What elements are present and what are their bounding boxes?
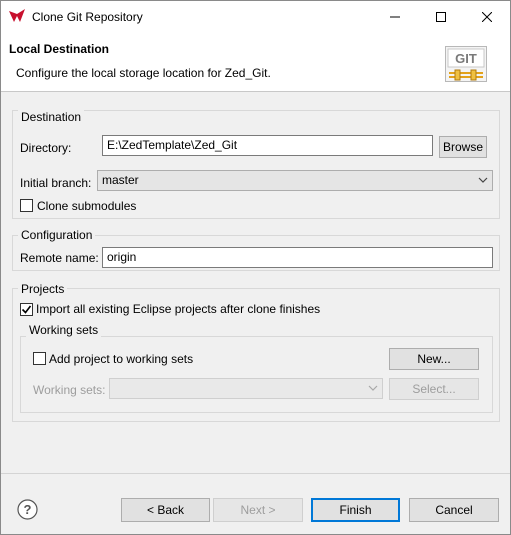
finish-button[interactable]: Finish bbox=[311, 498, 400, 522]
clone-submodules-checkbox[interactable] bbox=[20, 199, 33, 212]
close-button[interactable] bbox=[464, 1, 510, 32]
select-working-sets-button[interactable]: Select... bbox=[389, 378, 479, 400]
add-to-working-sets-label[interactable]: Add project to working sets bbox=[49, 352, 193, 366]
remote-name-label: Remote name: bbox=[20, 251, 99, 265]
projects-group-label: Projects bbox=[18, 282, 68, 296]
new-working-set-button[interactable]: New... bbox=[389, 348, 479, 370]
add-to-working-sets-checkbox[interactable] bbox=[33, 352, 46, 365]
eclipse-app-icon bbox=[9, 9, 25, 22]
checkmark-icon bbox=[21, 305, 32, 314]
clone-submodules-label[interactable]: Clone submodules bbox=[37, 199, 136, 213]
wizard-banner: Local Destination Configure the local st… bbox=[1, 32, 510, 92]
back-button[interactable]: < Back bbox=[121, 498, 210, 522]
wizard-content: Destination Directory: E:\ZedTemplate\Ze… bbox=[1, 93, 510, 473]
git-logo-text: GIT bbox=[455, 51, 477, 66]
page-description: Configure the local storage location for… bbox=[16, 66, 271, 80]
title-bar: Clone Git Repository bbox=[1, 1, 510, 32]
maximize-icon bbox=[436, 11, 446, 22]
import-projects-checkbox[interactable] bbox=[20, 303, 33, 316]
import-projects-label[interactable]: Import all existing Eclipse projects aft… bbox=[36, 302, 320, 316]
maximize-button[interactable] bbox=[418, 1, 464, 32]
wizard-footer: ? < Back Next > Finish Cancel bbox=[1, 473, 510, 534]
window-title: Clone Git Repository bbox=[32, 10, 143, 24]
cancel-button[interactable]: Cancel bbox=[409, 498, 499, 522]
working-sets-label: Working sets: bbox=[33, 383, 106, 397]
remote-name-input[interactable]: origin bbox=[102, 247, 493, 268]
chevron-down-icon bbox=[368, 385, 378, 391]
initial-branch-label: Initial branch: bbox=[20, 176, 92, 190]
help-icon: ? bbox=[17, 499, 38, 520]
initial-branch-select[interactable]: master bbox=[97, 170, 493, 191]
page-title: Local Destination bbox=[9, 42, 110, 56]
next-button[interactable]: Next > bbox=[213, 498, 303, 522]
chevron-down-icon bbox=[478, 177, 488, 183]
directory-input[interactable]: E:\ZedTemplate\Zed_Git bbox=[102, 135, 433, 156]
destination-group-label: Destination bbox=[18, 110, 85, 124]
browse-button[interactable]: Browse bbox=[439, 136, 487, 158]
clone-git-dialog: Clone Git Repository Local Destination C… bbox=[0, 0, 511, 535]
configuration-group-label: Configuration bbox=[18, 228, 96, 242]
help-button[interactable]: ? bbox=[17, 499, 38, 520]
minimize-button[interactable] bbox=[372, 1, 418, 32]
initial-branch-value: master bbox=[102, 173, 139, 187]
directory-label: Directory: bbox=[20, 141, 72, 155]
git-logo-icon: GIT bbox=[445, 46, 487, 82]
close-icon bbox=[482, 11, 492, 22]
working-sets-select[interactable] bbox=[109, 378, 383, 399]
working-sets-group-label: Working sets bbox=[26, 323, 102, 337]
minimize-icon bbox=[390, 16, 400, 17]
svg-text:?: ? bbox=[24, 502, 32, 517]
